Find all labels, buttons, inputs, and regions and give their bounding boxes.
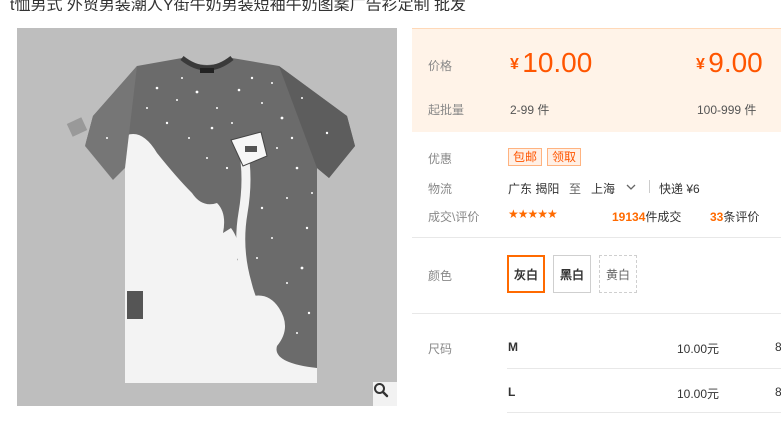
price-panel: 价格 ¥ 10.00 ¥ 9.00 起批量 2-99 件 100-999 件 bbox=[412, 28, 781, 132]
color-option-gray-white[interactable]: 灰白 bbox=[507, 255, 545, 293]
tier2-price-value: 9.00 bbox=[708, 47, 763, 78]
tier2-qty: 100-999 件 bbox=[697, 103, 757, 117]
deal-word: 件成交 bbox=[645, 210, 682, 224]
review-count[interactable]: 33条评价 bbox=[710, 208, 759, 225]
free-shipping-tag[interactable]: 包邮 bbox=[508, 148, 543, 166]
claim-coupon-tag[interactable]: 领取 bbox=[547, 148, 582, 166]
review-word: 条评价 bbox=[723, 210, 760, 224]
section-divider bbox=[412, 237, 781, 238]
tier1-price-value: 10.00 bbox=[522, 47, 593, 78]
size-name-l: L bbox=[508, 385, 516, 399]
size-stock-l: 8 bbox=[775, 385, 781, 399]
tier2-price: ¥ 9.00 bbox=[696, 47, 763, 79]
currency-symbol: ¥ bbox=[510, 56, 519, 73]
section-divider bbox=[412, 313, 781, 314]
origin-location: 广东 揭阳 bbox=[508, 182, 560, 196]
currency-symbol: ¥ bbox=[696, 56, 705, 73]
price-label: 价格 bbox=[428, 59, 453, 73]
size-price-l: 10.00元 bbox=[677, 387, 720, 401]
logistics-label: 物流 bbox=[428, 182, 453, 196]
zoom-button[interactable] bbox=[373, 382, 397, 406]
color-label: 颜色 bbox=[428, 269, 453, 283]
tshirt-illustration bbox=[66, 55, 355, 383]
promo-label: 优惠 bbox=[428, 152, 453, 166]
deals-label: 成交\评价 bbox=[428, 210, 480, 224]
destination-select[interactable]: 上海 bbox=[591, 180, 615, 197]
color-option-yellow-white[interactable]: 黄白 bbox=[599, 255, 637, 293]
tier1-price: ¥ 10.00 bbox=[510, 47, 592, 79]
size-row-divider bbox=[507, 412, 781, 413]
color-option-black-white[interactable]: 黑白 bbox=[553, 255, 591, 293]
review-count-value: 33 bbox=[710, 210, 724, 224]
size-price-m: 10.00元 bbox=[677, 342, 720, 356]
shipping-fee: 快递 ¥6 bbox=[659, 182, 700, 196]
tier1-qty: 2-99 件 bbox=[510, 103, 550, 117]
deal-count-value: 19134 bbox=[612, 210, 646, 224]
size-stock-m: 8 bbox=[775, 340, 781, 354]
product-image[interactable] bbox=[17, 28, 397, 406]
product-title: t恤男式 外贸男装潮人Y街牛奶男装短袖牛奶图案广告衫定制 批发 bbox=[10, 0, 467, 11]
magnifier-icon bbox=[374, 383, 389, 398]
chevron-down-icon[interactable] bbox=[626, 182, 636, 192]
size-row-divider bbox=[507, 368, 781, 369]
size-name-m: M bbox=[508, 340, 518, 354]
divider bbox=[649, 180, 650, 193]
to-word: 至 bbox=[569, 182, 582, 196]
batch-label: 起批量 bbox=[428, 103, 465, 117]
deal-count: 19134件成交 bbox=[612, 208, 681, 225]
size-label: 尺码 bbox=[428, 342, 453, 356]
rating-stars: ★★★★★ bbox=[508, 207, 558, 221]
